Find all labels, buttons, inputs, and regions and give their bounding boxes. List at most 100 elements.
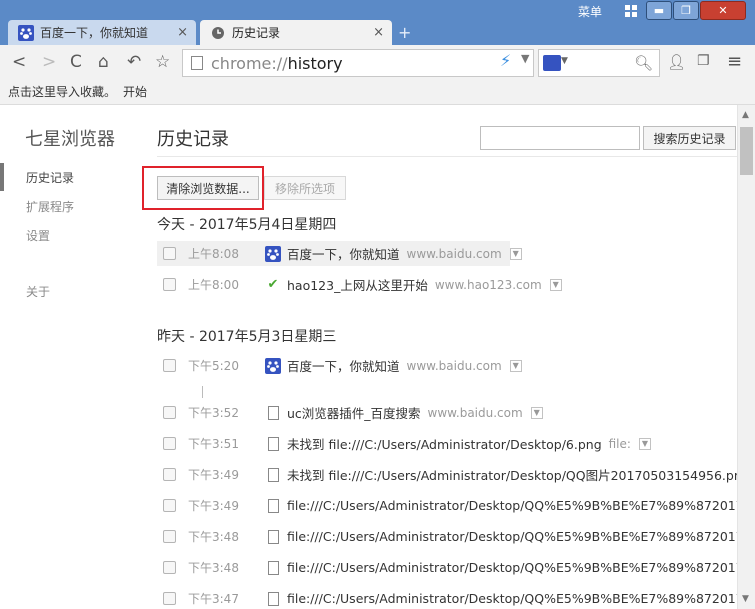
history-entry[interactable]: 下午3:48 file:///C:/Users/Administrator/Des… [157, 524, 737, 549]
undo-icon[interactable]: ↶ [127, 52, 141, 72]
maximize-button[interactable]: ❐ [673, 1, 699, 20]
menu-button[interactable]: 菜单 [578, 3, 602, 20]
entry-title[interactable]: file:///C:/Users/Administrator/Desktop/Q… [287, 560, 737, 575]
chevron-down-icon[interactable]: ▼ [509, 359, 522, 372]
page-icon [191, 56, 203, 70]
chevron-down-icon[interactable]: ▼ [521, 52, 529, 65]
scrollbar[interactable]: ▲ ▼ [737, 105, 755, 609]
baidu-icon [265, 245, 281, 262]
day-heading: 今天 - 2017年5月4日星期四 [157, 217, 337, 233]
chevron-down-icon[interactable]: ▼ [638, 437, 651, 450]
lightning-icon[interactable]: ⚡ [500, 51, 511, 70]
hao123-icon: ✔ [267, 277, 279, 292]
sidebar-item-about[interactable]: 关于 [26, 283, 50, 300]
entry-time: 下午3:52 [188, 406, 239, 420]
sidebar-item-settings[interactable]: 设置 [26, 227, 50, 244]
address-bar[interactable]: chrome://history [182, 49, 534, 77]
scroll-down-icon[interactable]: ▼ [742, 594, 749, 604]
divider [157, 156, 737, 157]
entry-title[interactable]: hao123_上网从这里开始 [287, 275, 428, 294]
new-tab-button[interactable]: + [398, 23, 411, 42]
entry-checkbox[interactable] [163, 561, 176, 574]
back-icon[interactable]: < [12, 52, 26, 72]
star-icon[interactable]: ☆ [155, 52, 170, 72]
baidu-icon[interactable] [543, 55, 561, 71]
tab-label: 历史记录 [232, 26, 281, 40]
chevron-down-icon[interactable]: ▼ [509, 247, 522, 260]
history-entry[interactable]: 下午3:49 未找到 file:///C:/Users/Administrator… [157, 462, 737, 487]
entry-title[interactable]: file:///C:/Users/Administrator/Desktop/Q… [287, 529, 737, 544]
grid-icon[interactable] [622, 1, 640, 20]
history-entry[interactable]: 下午3:51 未找到 file:///C:/Users/Administrator… [157, 431, 651, 456]
chevron-down-icon[interactable]: ▼ [530, 406, 543, 419]
page-icon [268, 405, 279, 420]
close-tab-icon[interactable]: × [177, 25, 188, 40]
entry-title[interactable]: 未找到 file:///C:/Users/Administrator/Deskt… [287, 465, 737, 484]
close-window-button[interactable]: ✕ [700, 1, 746, 20]
search-history-button[interactable]: 搜索历史记录 [643, 126, 736, 150]
minimize-button[interactable]: ▬ [646, 1, 672, 20]
url-host: history [287, 53, 343, 73]
baidu-icon [265, 357, 281, 374]
entry-title[interactable]: file:///C:/Users/Administrator/Desktop/Q… [287, 498, 737, 513]
history-entry[interactable]: 下午3:52 uc浏览器插件_百度搜索 www.baidu.com ▼ [157, 400, 543, 425]
sidebar-item-extensions[interactable]: 扩展程序 [26, 198, 74, 215]
entry-checkbox[interactable] [163, 530, 176, 543]
page-icon [268, 498, 279, 513]
entry-time: 下午3:49 [188, 468, 239, 482]
entry-time: 上午8:08 [188, 247, 239, 261]
user-icon[interactable]: 👤︎ [667, 53, 686, 71]
history-entry[interactable]: 下午3:47 file:///C:/Users/Administrator/Des… [157, 586, 737, 609]
scrollbar-thumb[interactable] [740, 127, 753, 175]
entry-title[interactable]: file:///C:/Users/Administrator/Desktop/Q… [287, 591, 737, 606]
entry-checkbox[interactable] [163, 592, 176, 605]
entry-checkbox[interactable] [163, 468, 176, 481]
entry-checkbox[interactable] [163, 437, 176, 450]
history-entry[interactable]: 上午8:08 百度一下，你就知道 www.baidu.com ▼ [157, 241, 522, 266]
sidebar-item-history[interactable]: 历史记录 [26, 169, 74, 186]
search-history-input[interactable] [480, 126, 640, 150]
reload-icon[interactable]: C [70, 52, 82, 72]
chevron-down-icon[interactable]: ▼ [549, 278, 562, 291]
entry-title[interactable]: 未找到 file:///C:/Users/Administrator/Deskt… [287, 434, 602, 453]
entry-domain: file: [608, 436, 631, 451]
entry-checkbox[interactable] [163, 359, 176, 372]
history-entry[interactable]: 下午5:20 百度一下，你就知道 www.baidu.com ▼ [157, 353, 522, 378]
forward-icon[interactable]: > [42, 52, 56, 72]
search-icon[interactable]: 🔍︎ [634, 54, 653, 72]
tab-history[interactable]: 历史记录 × [200, 20, 392, 45]
close-tab-icon[interactable]: × [373, 25, 384, 40]
entry-time: 下午3:48 [188, 530, 239, 544]
chevron-down-icon[interactable]: ▼ [561, 56, 568, 66]
history-entry[interactable]: 下午3:48 file:///C:/Users/Administrator/Des… [157, 555, 737, 580]
entry-domain: www.baidu.com [406, 246, 502, 261]
scroll-up-icon[interactable]: ▲ [742, 110, 749, 120]
highlight-box [142, 166, 264, 210]
bookmark-start[interactable]: 开始 [123, 83, 147, 100]
history-entry[interactable]: 上午8:00 ✔ hao123_上网从这里开始 www.hao123.com ▼ [157, 272, 562, 297]
entry-domain: www.hao123.com [434, 277, 542, 292]
entry-title[interactable]: uc浏览器插件_百度搜索 [287, 403, 421, 422]
page-title: 历史记录 [157, 129, 229, 150]
page-icon [268, 560, 279, 575]
entry-checkbox[interactable] [163, 406, 176, 419]
history-page: 七星浏览器 历史记录 扩展程序 设置 关于 历史记录 搜索历史记录 清除浏览数据… [0, 105, 737, 609]
tab-baidu[interactable]: 百度一下，你就知道 × [8, 20, 196, 45]
clock-icon [210, 25, 226, 41]
entry-checkbox[interactable] [163, 499, 176, 512]
entry-checkbox[interactable] [163, 278, 176, 291]
remove-selected-button[interactable]: 移除所选项 [264, 176, 346, 200]
brand-title: 七星浏览器 [25, 129, 115, 150]
import-bookmarks-link[interactable]: 点击这里导入收藏。 [8, 83, 116, 100]
search-engine-box[interactable]: ▼ 🔍︎ [538, 49, 660, 77]
window-icon[interactable]: ❐ [697, 53, 710, 69]
home-icon[interactable]: ⌂ [98, 52, 109, 72]
history-entry[interactable]: 下午3:49 file:///C:/Users/Administrator/Des… [157, 493, 737, 518]
hamburger-menu-icon[interactable]: ≡ [727, 51, 742, 72]
entry-domain: www.baidu.com [406, 358, 502, 373]
entry-title[interactable]: 百度一下，你就知道 [287, 356, 400, 375]
entry-title[interactable]: 百度一下，你就知道 [287, 244, 400, 263]
entry-time: 下午3:48 [188, 561, 239, 575]
entry-time: 下午3:49 [188, 499, 239, 513]
entry-checkbox[interactable] [163, 247, 176, 260]
